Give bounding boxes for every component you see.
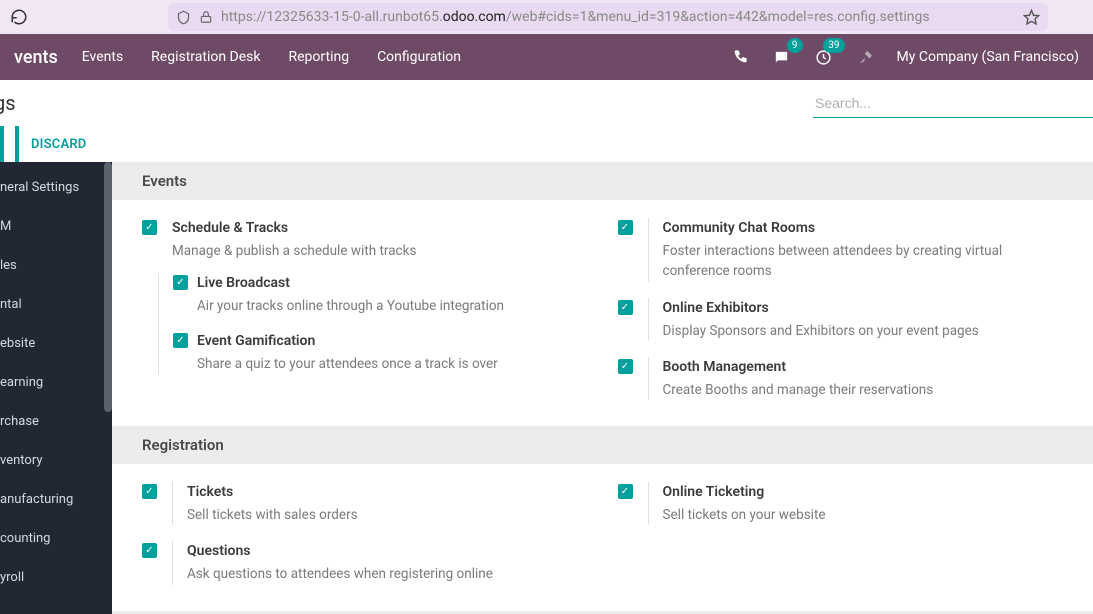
setting-title: Questions (187, 541, 588, 562)
company-selector[interactable]: My Company (San Francisco) (897, 49, 1079, 65)
top-nav: vents Events Registration Desk Reporting… (0, 34, 1093, 80)
app-brand[interactable]: vents (14, 47, 58, 68)
checkbox-event-gamification[interactable]: ✓ (173, 333, 188, 348)
setting-online-exhibitors: ✓ Online Exhibitors Display Sponsors and… (618, 298, 1064, 341)
nav-registration-desk[interactable]: Registration Desk (151, 49, 260, 65)
setting-title: Tickets (187, 482, 588, 503)
section-header-registration: Registration (112, 426, 1093, 464)
sidebar-item-purchase[interactable]: rchase (0, 402, 112, 441)
section-header-events: Events (112, 162, 1093, 200)
setting-desc: Share a quiz to your attendees once a tr… (197, 354, 498, 374)
setting-title: Online Ticketing (663, 482, 1064, 503)
section-header-attendance: Attendance (112, 611, 1093, 614)
setting-desc: Manage & publish a schedule with tracks (172, 241, 588, 261)
action-row: DISCARD (0, 126, 1093, 162)
lock-icon (199, 10, 213, 24)
setting-title: Community Chat Rooms (663, 218, 1064, 239)
messages-badge: 9 (787, 38, 803, 53)
sidebar-item-inventory[interactable]: ventory (0, 441, 112, 480)
setting-desc: Ask questions to attendees when register… (187, 564, 588, 584)
setting-schedule-tracks: ✓ Schedule & Tracks Manage & publish a s… (142, 218, 588, 374)
setting-desc: Sell tickets with sales orders (187, 505, 588, 525)
setting-desc: Air your tracks online through a Youtube… (197, 296, 504, 316)
tools-icon[interactable] (855, 46, 877, 68)
nav-configuration[interactable]: Configuration (377, 49, 461, 65)
settings-content: Events ✓ Schedule & Tracks Manage & publ… (112, 162, 1093, 614)
checkbox-online-ticketing[interactable]: ✓ (618, 484, 633, 499)
setting-desc: Sell tickets on your website (663, 505, 1064, 525)
sidebar-item-elearning[interactable]: earning (0, 363, 112, 402)
sidebar-item-general[interactable]: neral Settings (0, 168, 112, 207)
checkbox-questions[interactable]: ✓ (142, 543, 157, 558)
nav-reporting[interactable]: Reporting (289, 49, 350, 65)
sidebar-item-manufacturing[interactable]: anufacturing (0, 480, 112, 519)
setting-desc: Foster interactions between attendees by… (663, 241, 1064, 282)
setting-desc: Create Booths and manage their reservati… (663, 380, 1064, 400)
sidebar-item-rental[interactable]: ntal (0, 285, 112, 324)
discard-button[interactable]: DISCARD (15, 126, 86, 162)
settings-sidebar: neral Settings M les ntal ebsite earning… (0, 162, 112, 614)
star-icon[interactable] (1023, 9, 1040, 26)
sidebar-item-website[interactable]: ebsite (0, 324, 112, 363)
sidebar-item-payroll[interactable]: yroll (0, 558, 112, 597)
checkbox-tickets[interactable]: ✓ (142, 484, 157, 499)
browser-chrome: https://12325633-15-0-all.runbot65.odoo.… (0, 0, 1093, 34)
setting-tickets: ✓ Tickets Sell tickets with sales orders (142, 482, 588, 525)
refresh-icon[interactable] (10, 8, 28, 26)
setting-title: Schedule & Tracks (172, 218, 588, 239)
phone-icon[interactable] (729, 46, 751, 68)
sidebar-item-sales[interactable]: les (0, 246, 112, 285)
checkbox-online-exhibitors[interactable]: ✓ (618, 300, 633, 315)
sidebar-scrollbar[interactable] (104, 162, 112, 412)
breadcrumb-row: gs (0, 80, 1093, 126)
checkbox-schedule-tracks[interactable]: ✓ (142, 220, 157, 235)
setting-title: Live Broadcast (197, 273, 504, 294)
setting-desc: Display Sponsors and Exhibitors on your … (663, 321, 1064, 341)
sidebar-item-crm[interactable]: M (0, 207, 112, 246)
setting-event-gamification: ✓ Event Gamification Share a quiz to you… (173, 331, 588, 374)
activities-badge: 39 (823, 38, 844, 53)
setting-title: Event Gamification (197, 331, 498, 352)
checkbox-booth-management[interactable]: ✓ (618, 359, 633, 374)
checkbox-live-broadcast[interactable]: ✓ (173, 275, 188, 290)
setting-online-ticketing: ✓ Online Ticketing Sell tickets on your … (618, 482, 1064, 525)
setting-live-broadcast: ✓ Live Broadcast Air your tracks online … (173, 273, 588, 316)
page-title: gs (0, 91, 16, 115)
setting-title: Booth Management (663, 357, 1064, 378)
url-bar[interactable]: https://12325633-15-0-all.runbot65.odoo.… (168, 3, 1048, 31)
nav-events[interactable]: Events (82, 49, 123, 65)
setting-questions: ✓ Questions Ask questions to attendees w… (142, 541, 588, 584)
activities-icon[interactable]: 39 (813, 46, 835, 68)
search-input[interactable] (813, 89, 1093, 118)
shield-icon (176, 10, 191, 25)
setting-community-chat: ✓ Community Chat Rooms Foster interactio… (618, 218, 1064, 282)
url-text: https://12325633-15-0-all.runbot65.odoo.… (221, 9, 930, 25)
messages-icon[interactable]: 9 (771, 46, 793, 68)
setting-booth-management: ✓ Booth Management Create Booths and man… (618, 357, 1064, 400)
checkbox-community-chat[interactable]: ✓ (618, 220, 633, 235)
discard-indicator (0, 126, 4, 162)
setting-title: Online Exhibitors (663, 298, 1064, 319)
sidebar-item-accounting[interactable]: counting (0, 519, 112, 558)
